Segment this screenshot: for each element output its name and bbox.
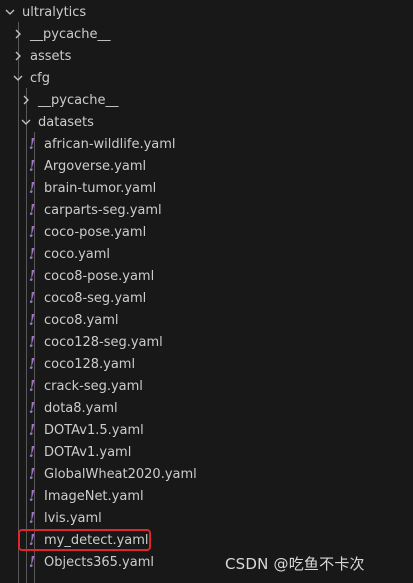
file-label: Objects365.yaml <box>44 554 154 570</box>
file-explorer-tree: ultralytics __pycache__ assets cfg __pyc… <box>0 0 413 583</box>
file-label: african-wildlife.yaml <box>44 136 176 152</box>
yaml-file-icon: ! <box>28 465 36 483</box>
yaml-file-icon: ! <box>28 553 36 571</box>
yaml-file-icon: ! <box>28 245 36 263</box>
folder-cfg[interactable]: cfg <box>0 67 413 89</box>
folder-ultralytics[interactable]: ultralytics <box>0 1 413 23</box>
folder-label: assets <box>30 48 72 64</box>
yaml-file-icon: ! <box>28 487 36 505</box>
file-item[interactable]: ! brain-tumor.yaml <box>0 177 413 199</box>
yaml-file-icon: ! <box>28 355 36 373</box>
file-item[interactable]: ! coco8-seg.yaml <box>0 287 413 309</box>
file-item[interactable]: ! coco8.yaml <box>0 309 413 331</box>
file-label: ImageNet.yaml <box>44 488 144 504</box>
file-label: brain-tumor.yaml <box>44 180 157 196</box>
file-label: crack-seg.yaml <box>44 378 143 394</box>
folder-label: __pycache__ <box>30 26 111 42</box>
file-item[interactable]: ! DOTAv1.5.yaml <box>0 419 413 441</box>
folder-pycache[interactable]: __pycache__ <box>0 23 413 45</box>
file-item[interactable]: ! dota8.yaml <box>0 397 413 419</box>
chevron-right-icon <box>10 23 26 45</box>
folder-label: ultralytics <box>22 4 87 20</box>
folder-label: __pycache__ <box>38 92 119 108</box>
yaml-file-icon: ! <box>28 289 36 307</box>
file-item[interactable]: ! coco8-pose.yaml <box>0 265 413 287</box>
file-item[interactable]: ! lvis.yaml <box>0 507 413 529</box>
highlight-box <box>18 529 151 551</box>
file-item[interactable]: ! ImageNet.yaml <box>0 485 413 507</box>
file-label: DOTAv1.5.yaml <box>44 422 144 438</box>
yaml-file-icon: ! <box>28 399 36 417</box>
folder-label: cfg <box>30 70 50 86</box>
chevron-down-icon <box>18 111 34 133</box>
chevron-down-icon <box>2 1 18 23</box>
file-label: lvis.yaml <box>44 510 102 526</box>
file-label: dota8.yaml <box>44 400 118 416</box>
file-item[interactable]: ! DOTAv1.yaml <box>0 441 413 463</box>
folder-label: datasets <box>38 114 94 130</box>
file-label: GlobalWheat2020.yaml <box>44 466 197 482</box>
file-label: coco8-seg.yaml <box>44 290 147 306</box>
file-label: Argoverse.yaml <box>44 158 147 174</box>
file-item[interactable]: ! coco.yaml <box>0 243 413 265</box>
file-item[interactable]: ! carparts-seg.yaml <box>0 199 413 221</box>
folder-datasets[interactable]: datasets <box>0 111 413 133</box>
yaml-file-icon: ! <box>28 157 36 175</box>
file-label: coco-pose.yaml <box>44 224 147 240</box>
yaml-file-icon: ! <box>28 311 36 329</box>
yaml-file-icon: ! <box>28 201 36 219</box>
file-item[interactable]: ! coco128-seg.yaml <box>0 331 413 353</box>
file-item[interactable]: ! african-wildlife.yaml <box>0 133 413 155</box>
file-item[interactable]: ! coco-pose.yaml <box>0 221 413 243</box>
watermark: CSDN @吃鱼不卡次 <box>225 554 365 573</box>
file-item[interactable]: ! coco128.yaml <box>0 353 413 375</box>
file-label: coco.yaml <box>44 246 111 262</box>
chevron-down-icon <box>10 67 26 89</box>
yaml-file-icon: ! <box>28 135 36 153</box>
folder-cfg-pycache[interactable]: __pycache__ <box>0 89 413 111</box>
file-label: coco8.yaml <box>44 312 119 328</box>
file-label: DOTAv1.yaml <box>44 444 132 460</box>
file-item[interactable]: ! Argoverse.yaml <box>0 155 413 177</box>
yaml-file-icon: ! <box>28 443 36 461</box>
file-label: coco128-seg.yaml <box>44 334 163 350</box>
file-label: coco128.yaml <box>44 356 136 372</box>
yaml-file-icon: ! <box>28 223 36 241</box>
yaml-file-icon: ! <box>28 333 36 351</box>
chevron-right-icon <box>18 89 34 111</box>
file-label: carparts-seg.yaml <box>44 202 162 218</box>
yaml-file-icon: ! <box>28 509 36 527</box>
file-item[interactable]: ! GlobalWheat2020.yaml <box>0 463 413 485</box>
folder-assets[interactable]: assets <box>0 45 413 67</box>
yaml-file-icon: ! <box>28 179 36 197</box>
yaml-file-icon: ! <box>28 377 36 395</box>
yaml-file-icon: ! <box>28 421 36 439</box>
file-item[interactable]: ! crack-seg.yaml <box>0 375 413 397</box>
chevron-right-icon <box>10 45 26 67</box>
file-label: coco8-pose.yaml <box>44 268 155 284</box>
yaml-file-icon: ! <box>28 267 36 285</box>
